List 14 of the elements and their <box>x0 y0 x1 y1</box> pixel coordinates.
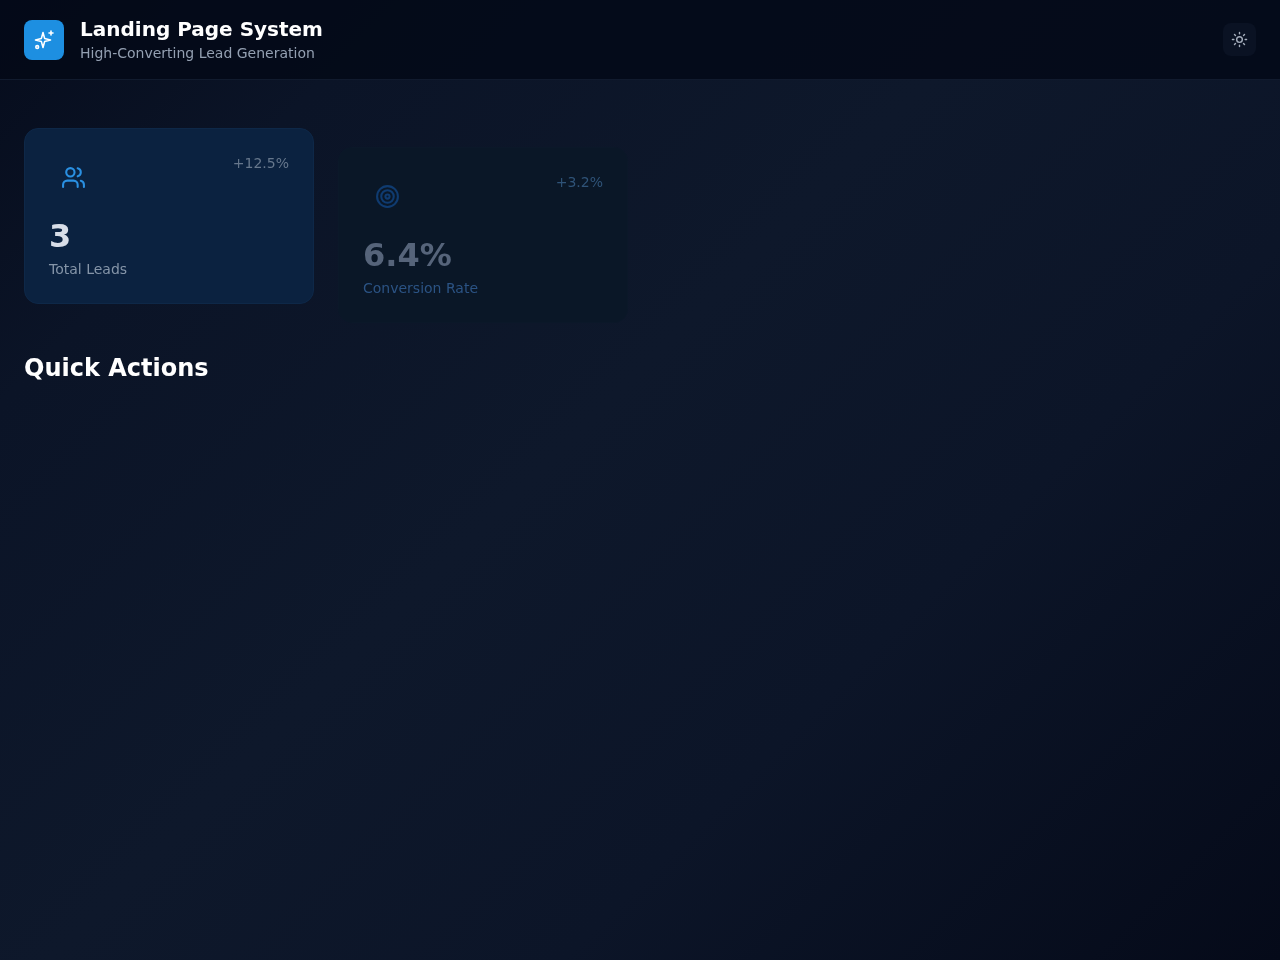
sun-icon <box>1231 31 1248 48</box>
app-title: Landing Page System <box>80 16 323 41</box>
stat-label: Conversion Rate <box>363 279 479 298</box>
change-percentage: +3.2% <box>555 173 603 192</box>
change-percentage: +12.5% <box>232 154 289 173</box>
app-subtitle: High-Converting Lead Generation <box>80 43 316 63</box>
section-heading: Quick Actions <box>24 354 209 383</box>
stat-value: 6.4% <box>363 236 452 274</box>
users-icon <box>60 164 86 190</box>
target-icon <box>374 183 400 209</box>
sparkles-logo-icon <box>24 19 64 60</box>
stat-value: 3 <box>49 217 72 255</box>
stat-label: Total Leads <box>49 260 128 279</box>
theme-toggle-button[interactable] <box>1223 23 1256 56</box>
